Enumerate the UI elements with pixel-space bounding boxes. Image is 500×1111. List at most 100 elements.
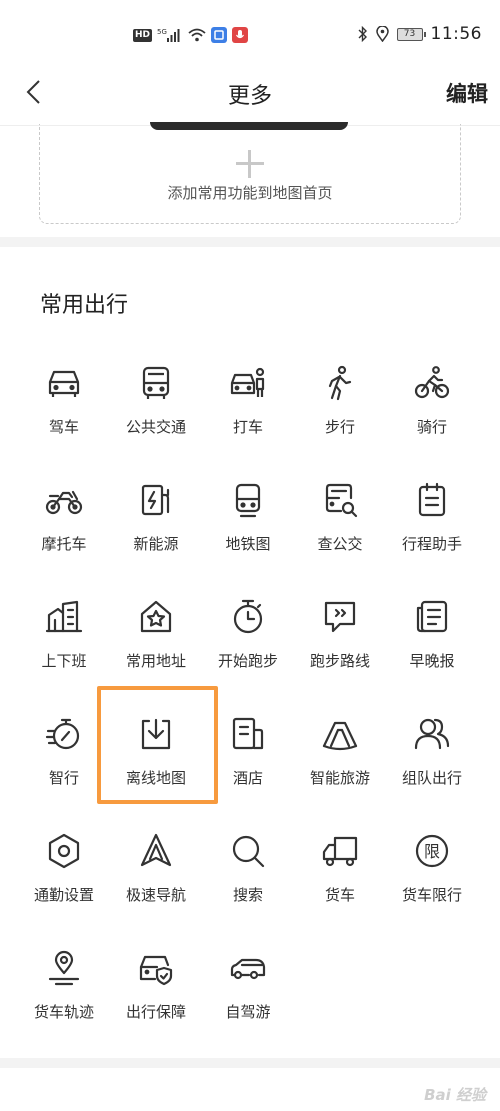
feature-label: 地铁图 <box>225 535 271 553</box>
battery-icon: 73 <box>396 27 426 41</box>
feature-label: 酒店 <box>232 769 263 787</box>
feature-search[interactable]: 搜索 <box>202 820 294 937</box>
feature-label: 早晚报 <box>409 652 455 670</box>
signal-label: 5G <box>157 28 167 36</box>
settings-hex-icon <box>48 833 80 869</box>
feature-label: 行程助手 <box>401 535 462 553</box>
stopwatch-icon <box>233 599 263 634</box>
feature-itinerary[interactable]: 行程助手 <box>386 469 478 586</box>
status-right: 73 11:56 <box>358 24 483 44</box>
edit-button[interactable]: 编辑 <box>446 78 488 108</box>
feature-group-travel[interactable]: 组队出行 <box>386 703 478 820</box>
wifi-icon <box>188 28 206 42</box>
feature-label: 打车 <box>232 418 263 436</box>
home-star-icon <box>140 600 172 633</box>
feature-new-energy[interactable]: 新能源 <box>110 469 202 586</box>
truck-icon <box>322 836 358 867</box>
feature-commute[interactable]: 上下班 <box>18 586 110 703</box>
bus-icon <box>142 366 170 399</box>
feature-fast-navigation[interactable]: 极速导航 <box>110 820 202 937</box>
section-divider <box>0 237 500 247</box>
feature-label: 组队出行 <box>401 769 462 787</box>
add-to-home-label: 添加常用功能到地图首页 <box>167 184 333 202</box>
feature-label: 摩托车 <box>41 535 87 553</box>
feature-label: 跑步路线 <box>309 652 370 670</box>
smart-travel-icon <box>45 718 80 750</box>
grid-row: 通勤设置 极速导航 搜索 货车 限 货车限行 <box>18 820 488 937</box>
feature-label: 智行 <box>48 769 79 787</box>
hd-badge: HD <box>133 28 153 42</box>
feature-label: 智能旅游 <box>309 769 370 787</box>
feature-smart-tour[interactable]: 智能旅游 <box>294 703 386 820</box>
feature-label: 货车限行 <box>401 886 462 904</box>
search-icon <box>232 835 265 868</box>
feature-grid: 驾车 公共交通 打车 步行 骑行 摩托车 新能源 地铁图 查公交 行程助手 上下… <box>18 352 488 1054</box>
mic-notification-icon <box>232 27 249 43</box>
watermark: Bai 经验 <box>424 1086 486 1104</box>
location-icon <box>375 26 389 42</box>
feature-public-transit[interactable]: 公共交通 <box>110 352 202 469</box>
feature-label: 搜索 <box>232 886 263 904</box>
feature-walk[interactable]: 步行 <box>294 352 386 469</box>
bike-icon <box>414 366 450 399</box>
charging-icon <box>141 484 170 516</box>
feature-label: 驾车 <box>48 418 79 436</box>
feature-label: 出行保障 <box>125 1003 186 1021</box>
motorcycle-icon <box>45 490 83 515</box>
feature-drive[interactable]: 驾车 <box>18 352 110 469</box>
status-time: 11:56 <box>430 24 482 44</box>
car-icon <box>48 370 80 397</box>
feature-run-route[interactable]: 跑步路线 <box>294 586 386 703</box>
location-track-icon <box>48 950 80 986</box>
feature-label: 步行 <box>324 418 355 436</box>
feature-label: 极速导航 <box>125 886 186 904</box>
feature-commute-settings[interactable]: 通勤设置 <box>18 820 110 937</box>
feature-cycling[interactable]: 骑行 <box>386 352 478 469</box>
tour-icon <box>322 721 358 751</box>
feature-motorcycle[interactable]: 摩托车 <box>18 469 110 586</box>
page-title: 更多 <box>227 84 272 109</box>
feature-label: 新能源 <box>133 535 179 553</box>
add-to-home-card[interactable]: 添加常用功能到地图首页 <box>39 122 461 224</box>
feature-label: 开始跑步 <box>217 652 278 670</box>
svg-text:限: 限 <box>424 842 440 861</box>
grid-row: 智行 离线地图 酒店 智能旅游 组队出行 <box>18 703 488 820</box>
bus-search-icon <box>325 483 358 518</box>
feature-truck-track[interactable]: 货车轨迹 <box>18 937 110 1054</box>
drag-pill <box>150 122 348 130</box>
group-icon <box>414 718 450 750</box>
feature-label: 查公交 <box>317 535 363 553</box>
news-icon <box>416 600 448 633</box>
grid-row: 驾车 公共交通 打车 步行 骑行 <box>18 352 488 469</box>
bottom-divider <box>0 1058 500 1068</box>
taxi-icon <box>230 367 265 397</box>
run-route-icon <box>324 601 356 633</box>
feature-truck-restriction[interactable]: 限 货车限行 <box>386 820 478 937</box>
section-title: 常用出行 <box>40 293 129 318</box>
subway-icon <box>235 483 261 518</box>
self-drive-icon <box>230 958 266 980</box>
restriction-icon: 限 <box>415 834 449 868</box>
feature-label: 公共交通 <box>125 418 186 436</box>
feature-self-drive-tour[interactable]: 自驾游 <box>202 937 294 1054</box>
status-left: HD 5G <box>133 27 249 43</box>
feature-daily-news[interactable]: 早晚报 <box>386 586 478 703</box>
feature-subway-map[interactable]: 地铁图 <box>202 469 294 586</box>
feature-label: 上下班 <box>41 652 87 670</box>
feature-bus-query[interactable]: 查公交 <box>294 469 386 586</box>
feature-label: 通勤设置 <box>33 886 94 904</box>
grid-row: 摩托车 新能源 地铁图 查公交 行程助手 <box>18 469 488 586</box>
commute-icon <box>45 600 83 633</box>
navigation-icon <box>140 833 172 867</box>
grid-row: 上下班 常用地址 开始跑步 跑步路线 早晚报 <box>18 586 488 703</box>
feature-travel-guarantee[interactable]: 出行保障 <box>110 937 202 1054</box>
plus-icon <box>236 150 264 178</box>
walk-icon <box>328 365 352 401</box>
car-shield-icon <box>139 955 173 986</box>
feature-taxi[interactable]: 打车 <box>202 352 294 469</box>
itinerary-icon <box>418 482 446 517</box>
bluetooth-icon <box>358 26 367 42</box>
hotel-icon <box>232 717 264 750</box>
highlight-frame <box>97 686 218 804</box>
feature-truck[interactable]: 货车 <box>294 820 386 937</box>
